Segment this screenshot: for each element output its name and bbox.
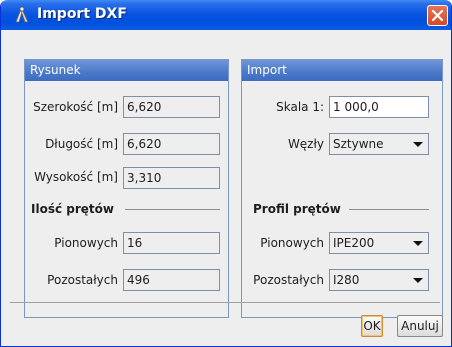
wysokosc-field[interactable]: 3,310 <box>123 167 220 189</box>
profil-pionowych-select[interactable]: IPE200 <box>329 232 429 254</box>
profil-pozostalych-select[interactable]: I280 <box>329 269 429 291</box>
chevron-down-icon <box>413 142 423 147</box>
skala-label: Skala 1: <box>276 100 324 114</box>
profil-pozostalych-label: Pozostałych <box>253 273 324 287</box>
wezly-value: Sztywne <box>333 137 384 151</box>
import-dxf-dialog: Import DXF Rysunek Szerokość [m] 6,620 D… <box>0 0 452 347</box>
pionowych-count-field[interactable]: 16 <box>123 232 220 254</box>
profil-pionowych-value: IPE200 <box>333 236 375 250</box>
compass-icon <box>13 6 31 24</box>
szerokosc-field[interactable]: 6,620 <box>123 96 220 118</box>
pozostalych-count-field[interactable]: 496 <box>123 269 220 291</box>
title-bar[interactable]: Import DXF <box>1 0 451 30</box>
dlugosc-label: Długość [m] <box>45 137 118 151</box>
import-panel-title: Import <box>242 60 442 81</box>
wysokosc-label: Wysokość [m] <box>34 170 118 184</box>
profil-pozostalych-value: I280 <box>333 273 360 287</box>
bottom-separator <box>10 302 440 303</box>
pozostalych-label: Pozostałych <box>47 273 118 287</box>
ilosc-pretow-heading: Ilość prętów <box>31 202 114 216</box>
close-button[interactable] <box>427 5 448 26</box>
close-icon <box>431 9 444 22</box>
rysunek-panel: Rysunek Szerokość [m] 6,620 Długość [m] … <box>24 59 229 318</box>
chevron-down-icon <box>413 241 423 246</box>
wezly-label: Węzły <box>287 137 324 151</box>
rysunek-panel-title: Rysunek <box>25 60 228 81</box>
window-title: Import DXF <box>37 6 127 22</box>
profil-pretow-heading: Profil prętów <box>253 202 341 216</box>
profil-pionowych-label: Pionowych <box>260 236 324 250</box>
szerokosc-label: Szerokość [m] <box>33 100 118 114</box>
profil-separator <box>349 209 429 210</box>
ok-button[interactable]: OK <box>361 315 383 337</box>
dialog-content: Rysunek Szerokość [m] 6,620 Długość [m] … <box>1 30 451 346</box>
wezly-select[interactable]: Sztywne <box>329 133 429 155</box>
skala-input[interactable]: 1 000,0 <box>329 96 429 118</box>
ilosc-separator <box>125 209 220 210</box>
pionowych-label: Pionowych <box>54 236 118 250</box>
import-panel: Import Skala 1: 1 000,0 Węzły Sztywne Pr… <box>241 59 443 318</box>
dlugosc-field[interactable]: 6,620 <box>123 133 220 155</box>
cancel-button[interactable]: Anuluj <box>397 315 443 337</box>
chevron-down-icon <box>413 278 423 283</box>
